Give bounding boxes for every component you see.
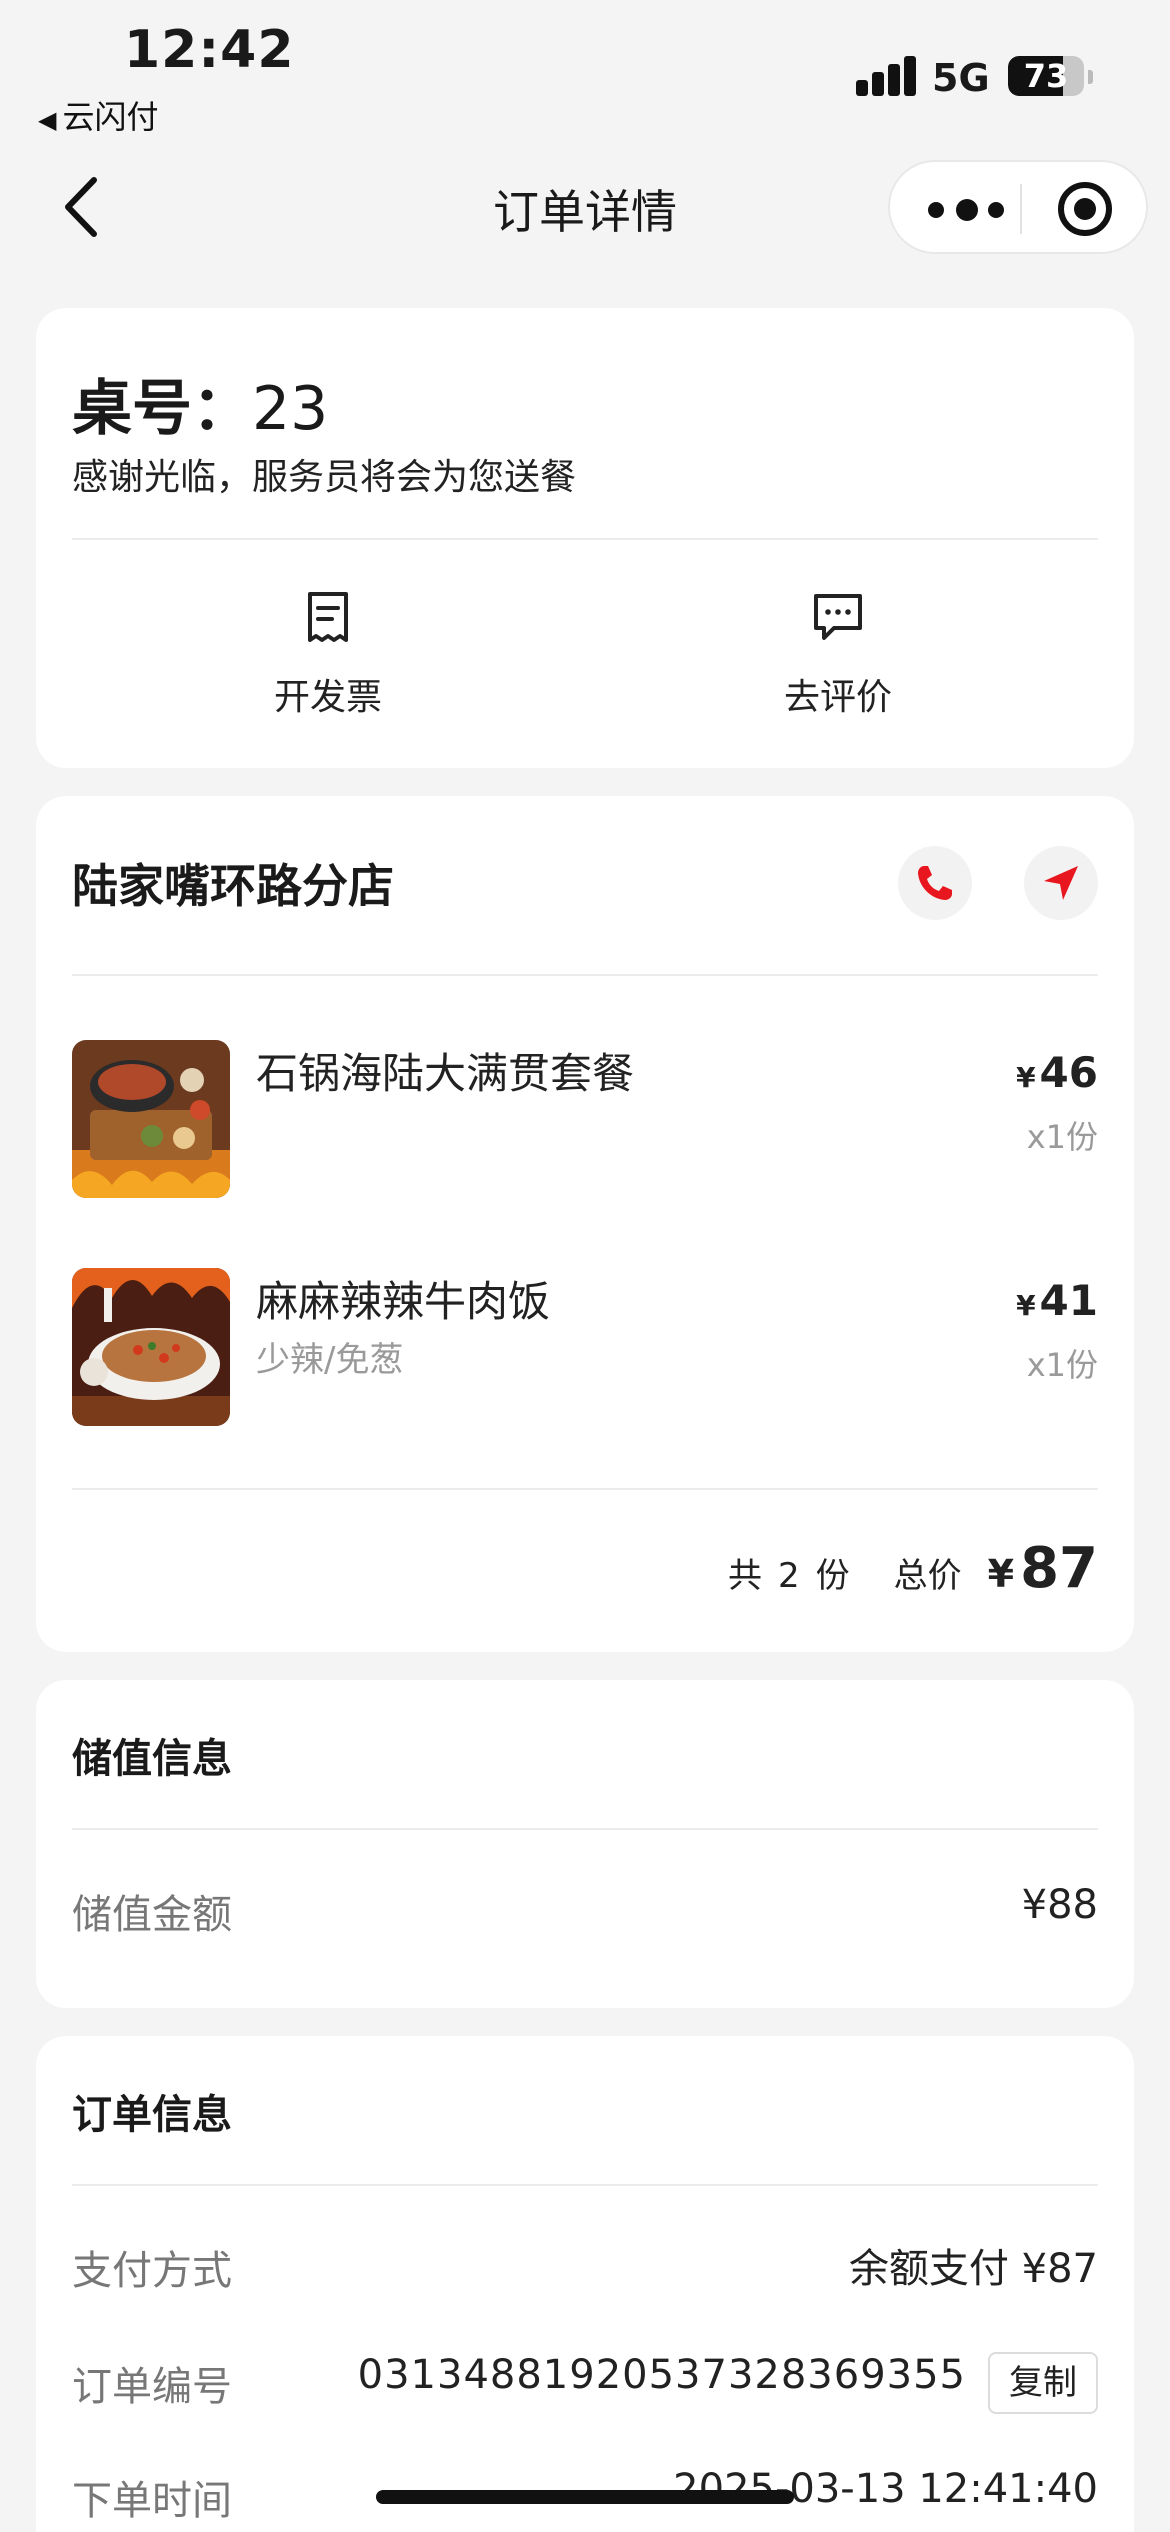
total-label: 总价 (893, 1556, 962, 1596)
section-title: 储值信息 (72, 1736, 232, 1782)
status-time: 12:42 (124, 20, 295, 80)
currency-symbol: ¥ (1016, 1061, 1036, 1094)
battery-tip (1088, 70, 1093, 84)
stored-amount-label: 储值金额 (72, 1892, 232, 1938)
store-name: 陆家嘴环路分店 (72, 859, 394, 913)
battery-percent: 73 (1023, 57, 1069, 95)
review-label: 去评价 (783, 677, 892, 718)
dish-price: ¥46 (1016, 1048, 1098, 1097)
dish-image (72, 1040, 230, 1198)
call-store-button[interactable] (898, 846, 972, 920)
battery-icon: 73 (1008, 56, 1084, 96)
divider (72, 974, 1098, 976)
dish-image (72, 1268, 230, 1426)
dish-quantity: x1份 (1026, 1346, 1098, 1384)
table-label: 桌号： (72, 374, 252, 444)
miniapp-capsule (888, 160, 1148, 254)
order-number-label: 订单编号 (72, 2364, 232, 2410)
count-suffix: 份 (815, 1556, 850, 1596)
payment-method-label: 支付方式 (72, 2248, 232, 2294)
review-button[interactable]: 去评价 (688, 590, 988, 720)
dish-name: 麻麻辣辣牛肉饭 (256, 1277, 551, 1326)
item-count: 2 (777, 1556, 800, 1596)
capsule-divider (1020, 184, 1022, 234)
order-total-row: 共 2 份 总价 ¥ 87 (728, 1536, 1098, 1601)
dish-name: 石锅海陆大满贯套餐 (256, 1049, 635, 1098)
dish-price-value: 41 (1039, 1276, 1098, 1325)
dish-quantity: x1份 (1026, 1118, 1098, 1156)
invoice-label: 开发票 (273, 677, 382, 718)
list-item[interactable]: 石锅海陆大满贯套餐 ¥46 x1份 (72, 1040, 1098, 1200)
section-title: 订单信息 (72, 2092, 232, 2138)
order-info-card: 订单信息 支付方式 余额支付 ¥87 订单编号 0313488192053732… (36, 2036, 1134, 2532)
divider (72, 2184, 1098, 2186)
stored-value-card: 储值信息 储值金额 ¥88 (36, 1680, 1134, 2008)
service-message: 感谢光临，服务员将会为您送餐 (72, 457, 577, 498)
more-dots-icon (928, 202, 944, 218)
back-app-label: 云闪付 (62, 98, 159, 136)
stored-amount-value: ¥88 (1021, 1882, 1098, 1928)
divider (72, 1488, 1098, 1490)
dish-photo-illustration (72, 1268, 230, 1426)
total-currency: ¥ (987, 1552, 1015, 1596)
status-bar: 12:42 ◀ 云闪付 5G 73 (0, 0, 1170, 140)
phone-icon (918, 866, 952, 900)
currency-symbol: ¥ (1016, 1289, 1036, 1322)
comment-icon (814, 594, 862, 640)
payment-method-value: 余额支付 ¥87 (848, 2246, 1098, 2292)
dish-photo-illustration (72, 1040, 230, 1198)
table-card: 桌号：23 感谢光临，服务员将会为您送餐 开发票 去评价 (36, 308, 1134, 768)
back-triangle-icon: ◀ (38, 106, 57, 134)
receipt-icon (308, 592, 348, 642)
order-time-label: 下单时间 (72, 2478, 232, 2524)
order-time-value: 2025-03-13 12:41:40 (673, 2466, 1098, 2512)
table-number: 23 (252, 374, 329, 444)
home-indicator[interactable] (376, 2490, 794, 2504)
network-type: 5G (932, 56, 990, 100)
copy-order-number-button[interactable]: 复制 (988, 2352, 1098, 2414)
more-options-button[interactable] (928, 182, 1008, 234)
navigate-button[interactable] (1024, 846, 1098, 920)
navigation-arrow-icon (1044, 866, 1078, 900)
back-to-app-link[interactable]: ◀ 云闪付 (38, 92, 158, 138)
cellular-signal-icon (856, 56, 916, 96)
divider (72, 1828, 1098, 1830)
close-miniapp-button[interactable] (1058, 182, 1112, 236)
order-number-value: 0313488192053732836935​5 (357, 2352, 966, 2398)
invoice-button[interactable]: 开发票 (178, 590, 478, 720)
order-items-card: 陆家嘴环路分店 石锅海陆大满贯套餐 ¥46 x1份 麻麻辣辣牛肉饭 少辣/免葱 … (36, 796, 1134, 1652)
dish-price: ¥41 (1016, 1276, 1098, 1325)
list-item[interactable]: 麻麻辣辣牛肉饭 少辣/免葱 ¥41 x1份 (72, 1268, 1098, 1428)
table-number-heading: 桌号：23 (72, 360, 328, 447)
dish-note: 少辣/免葱 (256, 1340, 404, 1380)
dish-price-value: 46 (1039, 1048, 1098, 1097)
divider (72, 538, 1098, 540)
total-price: 87 (1020, 1536, 1098, 1601)
count-prefix: 共 (727, 1556, 762, 1596)
